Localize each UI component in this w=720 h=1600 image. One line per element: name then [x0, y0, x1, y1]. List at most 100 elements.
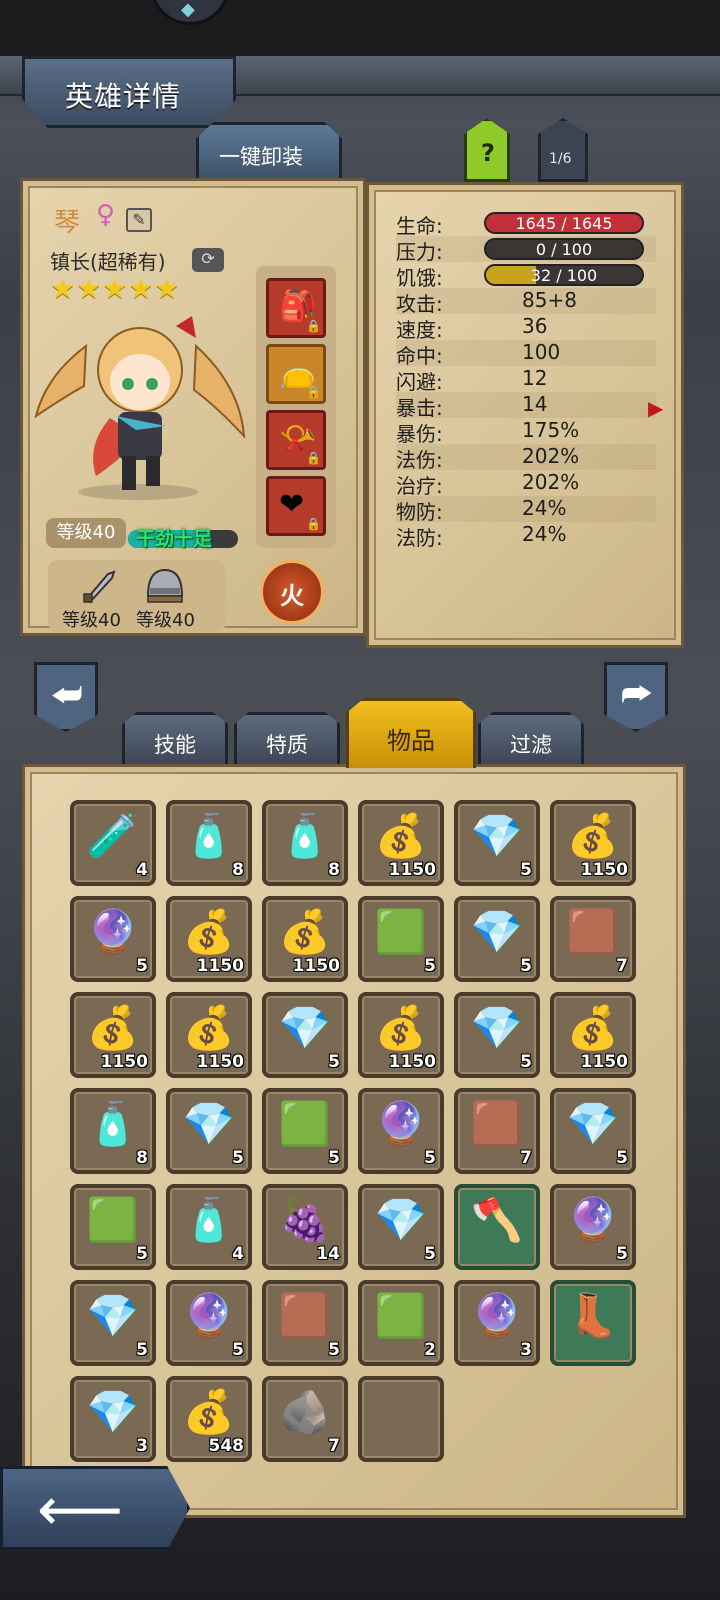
inventory-slot[interactable] — [358, 1376, 444, 1462]
stat-label: 速度: — [396, 318, 443, 342]
inventory-slot[interactable]: 💰 1150 — [358, 992, 444, 1078]
inventory-slot[interactable]: 🧴 8 — [70, 1088, 156, 1174]
inventory-slot[interactable]: 💰 1150 — [550, 800, 636, 886]
inventory-slot[interactable]: 💰 1150 — [166, 992, 252, 1078]
item-count: 1150 — [196, 1052, 244, 1072]
stat-value: 202% — [522, 470, 580, 494]
leather-scrap-icon: 🟫 — [278, 1291, 332, 1340]
female-icon: ♀ — [96, 200, 116, 230]
unequip-all-button[interactable]: 一键卸装 — [196, 122, 342, 178]
gold-bag-icon: 💰 — [182, 1387, 236, 1436]
swap-class-icon[interactable]: ⟳ — [192, 248, 224, 272]
inventory-slot[interactable]: 🟩 5 — [70, 1184, 156, 1270]
stat-row: 物防: 24% — [396, 496, 656, 524]
inventory-slot[interactable]: 🔮 5 — [358, 1088, 444, 1174]
item-count: 7 — [616, 956, 628, 976]
weapon-sword-icon[interactable] — [80, 566, 120, 606]
trinket-slot-backpack[interactable]: 🎒 🔒 — [266, 278, 326, 338]
inventory-slot[interactable]: 💎 5 — [262, 992, 348, 1078]
item-count: 1150 — [580, 1052, 628, 1072]
inventory-slot[interactable]: 🟫 7 — [454, 1088, 540, 1174]
item-count: 5 — [136, 1244, 148, 1264]
green-crystal-icon: 🟩 — [278, 1099, 332, 1148]
back-button[interactable]: ⟵ — [0, 1466, 190, 1550]
stat-label: 法伤: — [396, 448, 443, 472]
inventory-slot[interactable]: 💎 5 — [358, 1184, 444, 1270]
stat-row: 暴击: 14 — [396, 392, 656, 420]
inventory-slot[interactable]: 💰 1150 — [262, 896, 348, 982]
item-count: 8 — [232, 860, 244, 880]
tab-items[interactable]: 物品 — [346, 698, 476, 768]
inventory-slot[interactable]: 🟩 5 — [358, 896, 444, 982]
item-count: 5 — [424, 956, 436, 976]
food-basket-icon: 🍇 — [278, 1195, 332, 1244]
item-count: 7 — [328, 1436, 340, 1456]
blue-gem-icon: 💎 — [566, 1099, 620, 1148]
title-plate: 英雄详情 — [22, 56, 236, 128]
inventory-slot[interactable]: 💰 1150 — [358, 800, 444, 886]
inventory-slot[interactable]: 🧪 4 — [70, 800, 156, 886]
stat-bar: 32 / 100 — [484, 264, 644, 286]
element-fire-badge[interactable]: 火 — [260, 560, 324, 624]
item-count: 1150 — [196, 956, 244, 976]
stat-value: 100 — [522, 340, 561, 364]
winged-boots-icon: 👢 — [566, 1291, 620, 1340]
inventory-slot[interactable]: 💎 5 — [550, 1088, 636, 1174]
trinket-slot-heart[interactable]: ❤ 🔒 — [266, 476, 326, 536]
inventory-slot[interactable]: 🔮 3 — [454, 1280, 540, 1366]
stat-row: 法防: 24% — [396, 522, 656, 550]
green-crystal-icon: 🟩 — [86, 1195, 140, 1244]
edit-name-icon[interactable]: ✎ — [126, 208, 152, 232]
blue-gem-icon: 💎 — [470, 1003, 524, 1052]
inventory-slot[interactable]: 💎 5 — [166, 1088, 252, 1174]
inventory-slot[interactable]: 💰 1150 — [166, 896, 252, 982]
item-count: 5 — [232, 1148, 244, 1168]
inventory-slot[interactable]: 🔮 5 — [550, 1184, 636, 1270]
inventory-slot[interactable]: 👢 — [550, 1280, 636, 1366]
trinket-slot-horn[interactable]: 📯 🔒 — [266, 410, 326, 470]
stat-detail-arrow-icon[interactable]: ▶ — [648, 396, 663, 420]
hero-name: 琴 — [54, 208, 81, 238]
item-count: 5 — [616, 1244, 628, 1264]
stat-row: 饥饿: 32 / 100 — [396, 262, 656, 290]
hero-level: 等级40 — [46, 518, 126, 548]
inventory-slot[interactable]: 💎 3 — [70, 1376, 156, 1462]
inventory-slot[interactable]: 💎 5 — [454, 896, 540, 982]
inventory-slot[interactable]: 🟫 5 — [262, 1280, 348, 1366]
unequip-all-label: 一键卸装 — [219, 145, 303, 169]
inventory-slot[interactable]: 🧴 8 — [262, 800, 348, 886]
inventory-slot[interactable]: 🪓 — [454, 1184, 540, 1270]
inventory-slot[interactable]: 💎 5 — [454, 800, 540, 886]
blue-gem-icon: 💎 — [86, 1387, 140, 1436]
gold-bag-icon: 💰 — [182, 907, 236, 956]
stat-value: 0 / 100 — [535, 240, 593, 259]
hero-class: 镇长(超稀有) — [50, 250, 166, 274]
inventory-slot[interactable]: 🔮 5 — [70, 896, 156, 982]
trinket-slot-pouch[interactable]: 👝 🔒 — [266, 344, 326, 404]
stat-row: 速度: 36 — [396, 314, 656, 342]
stat-bar: 0 / 100 — [484, 238, 644, 260]
armor-helmet-icon[interactable] — [144, 566, 186, 606]
blue-gem-icon: 💎 — [470, 811, 524, 860]
inventory-slot[interactable]: 💰 548 — [166, 1376, 252, 1462]
inventory-slot[interactable]: 💎 5 — [70, 1280, 156, 1366]
inventory-slot[interactable]: 🍇 14 — [262, 1184, 348, 1270]
inventory-slot[interactable]: 💰 1150 — [550, 992, 636, 1078]
inventory-slot[interactable]: 🟩 2 — [358, 1280, 444, 1366]
tab-traits[interactable]: 特质 — [234, 712, 340, 768]
inventory-slot[interactable]: 🟩 5 — [262, 1088, 348, 1174]
tab-filter[interactable]: 过滤 — [478, 712, 584, 768]
tab-skills[interactable]: 技能 — [122, 712, 228, 768]
inventory-slot[interactable]: 🔮 5 — [166, 1280, 252, 1366]
inventory-slot[interactable]: 🧴 8 — [166, 800, 252, 886]
help-label: ? — [481, 139, 495, 167]
item-count: 5 — [616, 1148, 628, 1168]
inventory-slot[interactable]: 🪨 7 — [262, 1376, 348, 1462]
item-count: 5 — [424, 1244, 436, 1264]
inventory-slot[interactable]: 💰 1150 — [70, 992, 156, 1078]
inventory-slot[interactable]: 🧴 4 — [166, 1184, 252, 1270]
inventory-slot[interactable]: 💎 5 — [454, 992, 540, 1078]
item-count: 5 — [520, 1052, 532, 1072]
stat-label: 法防: — [396, 526, 443, 550]
inventory-slot[interactable]: 🟫 7 — [550, 896, 636, 982]
